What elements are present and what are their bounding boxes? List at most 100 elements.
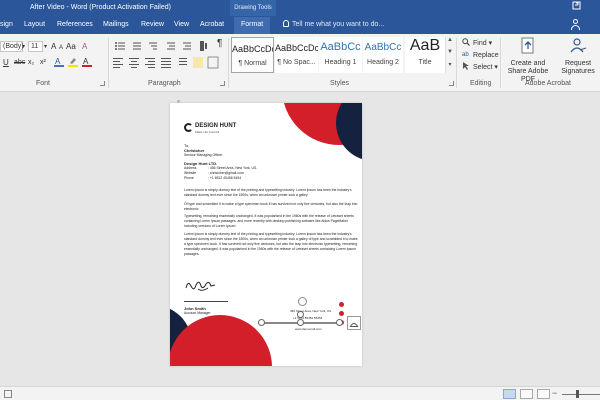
chevron-down-icon[interactable]: ▼ — [446, 49, 454, 61]
ribbon-tabs: sign Layout References Mailings Review V… — [0, 16, 600, 34]
style-preview: AaBbCc — [320, 41, 361, 53]
restore-icon[interactable] — [572, 1, 581, 12]
paragraph-dialog-launcher[interactable] — [220, 81, 225, 86]
acrobat-group-label: Adobe Acrobat — [525, 80, 571, 87]
paragraph-buttons — [113, 40, 231, 72]
document-title: After Video - Word (Product Activation F… — [30, 4, 171, 11]
body-paragraph: Typesetting, remaining essentially uncha… — [184, 214, 354, 228]
resize-handle[interactable] — [297, 311, 304, 318]
text-effects-icon[interactable]: A — [54, 56, 64, 68]
underline-button[interactable]: U — [3, 58, 9, 68]
replace-button[interactable]: ab Replace — [462, 50, 499, 59]
font-dialog-launcher[interactable] — [100, 81, 105, 86]
tab-acrobat[interactable]: Acrobat — [200, 21, 224, 28]
select-button[interactable]: Select ▾ — [462, 62, 498, 71]
more-styles-icon[interactable]: ▾ — [446, 61, 454, 73]
tab-mailings[interactable]: Mailings — [103, 21, 129, 28]
font-name-box[interactable]: (Body) — [0, 41, 24, 52]
signature-line — [184, 301, 228, 302]
tell-me-box[interactable]: Tell me what you want to do... — [283, 20, 384, 28]
resize-handle[interactable] — [258, 319, 265, 326]
styles-group-label: Styles — [330, 80, 350, 87]
web-layout-button[interactable] — [537, 389, 550, 399]
shrink-font-button[interactable]: A — [59, 43, 63, 53]
word-window: After Video - Word (Product Activation F… — [0, 0, 600, 400]
body-paragraph: Lorem Ipsum is simply dummy text of the … — [184, 188, 352, 197]
group-divider — [228, 38, 229, 88]
find-label: Find — [473, 40, 487, 47]
recipient-title: Seniour Managing Officer — [184, 153, 223, 157]
styles-scroll[interactable]: ▲ ▼ ▾ — [445, 37, 454, 73]
document-page[interactable]: DESIGN HUNT Make Life Colorful To, Chris… — [170, 103, 362, 366]
zoom-out-button[interactable]: − — [552, 388, 557, 398]
svg-text:A: A — [83, 57, 89, 66]
styles-dialog-launcher[interactable] — [449, 81, 454, 86]
grow-font-button[interactable]: A — [51, 42, 56, 52]
status-bar: − — [0, 386, 600, 400]
zoom-slider[interactable] — [562, 394, 600, 395]
print-layout-button[interactable] — [520, 389, 533, 399]
phone-label: Phone — [184, 176, 194, 180]
decorative-circle — [336, 103, 362, 161]
style-preview: AaBbCcDc — [232, 44, 273, 54]
signature-person-icon — [570, 38, 587, 53]
tab-view[interactable]: View — [174, 21, 189, 28]
style-title[interactable]: AaB Title — [405, 37, 445, 73]
chevron-down-icon[interactable]: ▾ — [22, 42, 25, 52]
signer-title: Account Manager — [184, 311, 211, 315]
subscript-button[interactable]: x₂ — [28, 58, 34, 68]
tab-layout[interactable]: Layout — [24, 21, 45, 28]
style-normal[interactable]: AaBbCcDc ¶ Normal — [231, 37, 274, 73]
paragraph-group-label: Paragraph — [148, 80, 181, 87]
find-button[interactable]: Find ▾ — [462, 38, 492, 47]
replace-icon: ab — [462, 52, 469, 58]
style-heading-1[interactable]: AaBbCc Heading 1 — [319, 37, 362, 73]
drawing-tools-label: Drawing Tools — [230, 0, 276, 16]
svg-text:A: A — [55, 57, 61, 66]
location-icon — [339, 302, 344, 307]
company-name: DESIGN HUNT — [195, 123, 237, 129]
style-heading-2[interactable]: AaBbCc Heading 2 — [363, 37, 403, 73]
logo-icon — [184, 123, 193, 132]
tab-design[interactable]: sign — [0, 21, 13, 28]
signature-image — [185, 281, 216, 291]
create-share-pdf-button[interactable]: Create and Share Adobe PDF — [503, 37, 553, 84]
superscript-button[interactable]: x² — [40, 58, 46, 68]
tab-format[interactable]: Format — [234, 17, 271, 34]
highlight-icon[interactable] — [68, 56, 78, 68]
pdf-share-icon — [521, 37, 534, 54]
company-tagline: Make Life Colorful — [195, 130, 220, 134]
strikethrough-button[interactable]: abc — [14, 58, 25, 68]
style-no-spacing[interactable]: AaBbCcDc ¶ No Spac... — [275, 37, 318, 73]
request-signatures-button[interactable]: Request Signatures — [556, 37, 600, 76]
group-divider — [500, 38, 501, 88]
pilcrow-button[interactable]: ¶ — [217, 39, 222, 49]
replace-label: Replace — [473, 52, 499, 59]
contact-web: www.demomail.com — [295, 327, 322, 331]
user-icon[interactable] — [570, 19, 580, 30]
cursor-icon — [463, 62, 469, 70]
read-mode-button[interactable] — [503, 389, 516, 399]
resize-handle[interactable] — [336, 319, 343, 326]
status-icon — [4, 390, 12, 398]
zoom-thumb[interactable] — [576, 390, 579, 398]
font-size-box[interactable]: 11 — [28, 41, 43, 52]
font-group-label: Font — [36, 80, 51, 87]
title-bar: After Video - Word (Product Activation F… — [0, 0, 600, 16]
tab-review[interactable]: Review — [141, 21, 164, 28]
style-preview: AaBbCcDc — [275, 43, 318, 53]
tab-references[interactable]: References — [57, 21, 93, 28]
layout-options-icon[interactable] — [347, 316, 361, 330]
clear-formatting-button[interactable]: A — [82, 42, 87, 52]
document-canvas[interactable]: ⚓ DESIGN HUNT Make Life Colorful To, Chr… — [0, 92, 600, 386]
select-label: Select — [473, 64, 493, 71]
change-case-button[interactable]: Aa — [66, 42, 76, 52]
style-name: ¶ No Spac... — [277, 59, 316, 66]
chevron-up-icon[interactable]: ▲ — [446, 37, 454, 49]
rotate-handle-icon[interactable] — [298, 297, 307, 306]
resize-handle[interactable] — [297, 319, 304, 326]
body-paragraph: Lorem Ipsum is simply dummy text of the … — [184, 232, 358, 256]
style-name: Heading 2 — [367, 59, 399, 66]
chevron-down-icon[interactable]: ▾ — [44, 42, 47, 52]
font-color-icon[interactable]: A — [82, 56, 92, 68]
